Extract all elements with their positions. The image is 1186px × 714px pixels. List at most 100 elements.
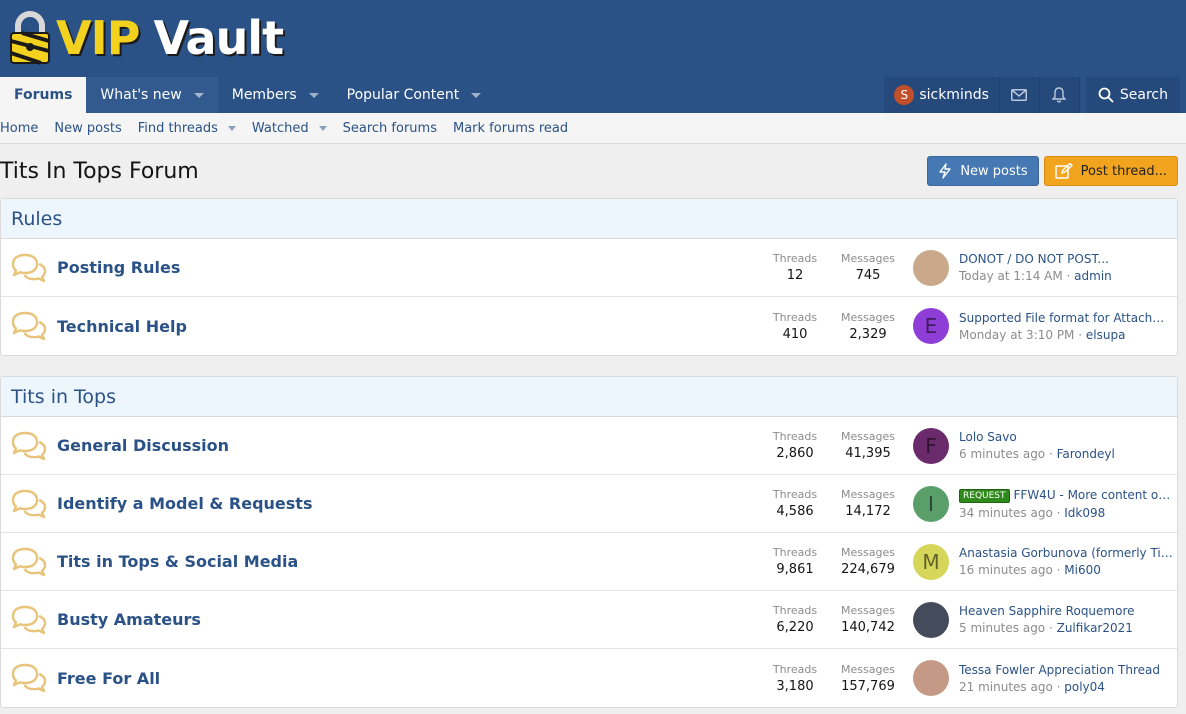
forum-row: Tits in Tops & Social Media Threads 9,861 M… (1, 533, 1177, 591)
last-post: E Supported File format for Attachme... Mo… (905, 308, 1177, 344)
poster-avatar[interactable]: I (913, 485, 949, 522)
last-post-time[interactable]: Today at 1:14 AM (959, 269, 1063, 283)
last-poster-link[interactable]: poly04 (1064, 680, 1105, 694)
last-poster-link[interactable]: admin (1074, 269, 1112, 283)
last-thread-title: Tessa Fowler Appreciation Thread (959, 662, 1160, 677)
last-post: F Lolo Savo 6 minutes ago · Farondeyl (905, 427, 1177, 464)
sub-nav: Home New posts Find threads Watched Sear… (0, 113, 1186, 144)
last-post-meta: 16 minutes ago · Mi600 (959, 563, 1101, 577)
last-poster-link[interactable]: Idk098 (1064, 506, 1105, 520)
threads-stat: Threads 12 (759, 252, 831, 283)
account-menu[interactable]: S sickminds (884, 77, 1000, 113)
last-thread-link[interactable]: Anastasia Gorbunova (formerly Tits ... (959, 546, 1173, 560)
last-poster-link[interactable]: Mi600 (1064, 563, 1101, 577)
stat-label: Threads (772, 546, 818, 559)
avatar-initial: E (924, 314, 938, 338)
user-avatar: S (894, 85, 915, 105)
forum-row: General Discussion Threads 2,860 Messages 41… (1, 417, 1177, 475)
stat-value: 14,172 (845, 504, 891, 519)
poster-avatar[interactable] (913, 601, 949, 638)
subnav-label: Watched (251, 120, 309, 136)
search-button[interactable]: Search (1085, 77, 1180, 113)
poster-avatar[interactable]: E (913, 308, 949, 344)
tab-label: Popular Content (346, 87, 460, 103)
last-post-time[interactable]: 16 minutes ago (959, 563, 1053, 577)
tab-label: What's new (100, 87, 182, 103)
poster-avatar[interactable]: M (913, 543, 949, 580)
stat-label: Threads (772, 488, 818, 501)
last-post-info: Lolo Savo 6 minutes ago · Farondeyl (959, 430, 1173, 461)
subnav-find-threads[interactable]: Find threads (138, 121, 236, 136)
messages-stat: Messages 140,742 (831, 604, 905, 635)
chevron-down-icon[interactable] (308, 92, 319, 98)
last-post-time[interactable]: 5 minutes ago (959, 621, 1045, 635)
chevron-down-icon[interactable] (471, 92, 482, 98)
tab-forums[interactable]: Forums (0, 77, 87, 113)
site-logo[interactable]: VIP Vault (8, 8, 284, 68)
last-thread-link[interactable]: Heaven Sapphire Roquemore (959, 604, 1173, 618)
tab-members[interactable]: Members (218, 77, 333, 113)
last-post-meta: Monday at 3:10 PM · elsupa (959, 327, 1126, 342)
post-thread-button[interactable]: Post thread... (1043, 156, 1178, 186)
stat-value: 2,860 (776, 446, 814, 461)
subnav-search-forums[interactable]: Search forums (343, 121, 437, 136)
last-post: DONOT / DO NOT POST... Today at 1:14 AM ·… (905, 249, 1177, 286)
forum-title-link[interactable]: Busty Amateurs (57, 610, 759, 629)
poster-avatar[interactable]: F (913, 427, 949, 464)
forum-title-link[interactable]: Free For All (57, 669, 759, 688)
site-header: VIP Vault (0, 0, 1186, 77)
poster-avatar[interactable] (913, 660, 949, 696)
last-thread-link[interactable]: Supported File format for Attachme... (959, 311, 1173, 325)
last-post-meta: 6 minutes ago · Farondeyl (959, 447, 1115, 461)
stat-value: 12 (786, 268, 804, 283)
last-post-time[interactable]: 34 minutes ago (959, 506, 1053, 520)
last-post-info: Tessa Fowler Appreciation Thread 21 minut… (959, 663, 1173, 694)
last-poster-link[interactable]: Zulfikar2021 (1057, 621, 1133, 635)
new-posts-label: New posts (960, 163, 1028, 179)
forum-title-link[interactable]: Posting Rules (57, 258, 759, 277)
subnav-home[interactable]: Home (0, 121, 38, 136)
last-post: Tessa Fowler Appreciation Thread 21 minut… (905, 660, 1177, 696)
subnav-watched[interactable]: Watched (252, 121, 327, 136)
tab-label: Forums (14, 87, 73, 103)
forum-title-link[interactable]: Identify a Model & Requests (57, 494, 759, 513)
tab-popular-content[interactable]: Popular Content (333, 77, 496, 113)
last-thread-link[interactable]: REQUEST FFW4U - More content of... (959, 488, 1173, 503)
last-post-meta: 34 minutes ago · Idk098 (959, 505, 1106, 520)
messages-stat: Messages 41,395 (831, 430, 905, 461)
prefix-badge[interactable]: REQUEST (959, 488, 1010, 503)
category-title[interactable]: Tits in Tops (1, 377, 1177, 417)
tab-whats-new[interactable]: What's new (86, 77, 218, 113)
alerts-button[interactable] (1039, 77, 1080, 113)
poster-avatar[interactable] (913, 249, 949, 286)
messages-stat: Messages 157,769 (831, 663, 905, 694)
category-title[interactable]: Rules (1, 199, 1177, 239)
stat-value: 41,395 (845, 446, 891, 461)
last-thread-title: Anastasia Gorbunova (formerly Tits ... (959, 546, 1173, 560)
forum-title-link[interactable]: General Discussion (57, 436, 759, 455)
post-thread-label: Post thread... (1080, 163, 1167, 179)
forum-list: Rules Posting Rules Threads 12 Messages 745 D… (0, 198, 1186, 708)
last-post-time[interactable]: 21 minutes ago (959, 680, 1053, 694)
forum-title-link[interactable]: Technical Help (57, 317, 759, 336)
inbox-button[interactable] (999, 77, 1040, 113)
forum-row: Free For All Threads 3,180 Messages 157,769 T… (1, 649, 1177, 707)
stat-value: 745 (855, 268, 881, 283)
last-poster-link[interactable]: Farondeyl (1057, 447, 1115, 461)
subnav-new-posts[interactable]: New posts (54, 121, 121, 136)
last-post-time[interactable]: 6 minutes ago (959, 447, 1045, 461)
subnav-mark-read[interactable]: Mark forums read (453, 121, 568, 136)
last-thread-link[interactable]: Tessa Fowler Appreciation Thread (959, 663, 1173, 677)
last-thread-link[interactable]: Lolo Savo (959, 430, 1173, 444)
page-actions: New posts Post thread... (927, 156, 1178, 186)
last-poster-link[interactable]: elsupa (1086, 328, 1126, 342)
stat-value: 224,679 (841, 562, 895, 577)
last-thread-link[interactable]: DONOT / DO NOT POST... (959, 252, 1173, 266)
stat-value: 410 (782, 326, 808, 342)
last-post-time[interactable]: Monday at 3:10 PM (959, 328, 1074, 342)
chevron-down-icon[interactable] (193, 92, 204, 98)
forum-title-link[interactable]: Tits in Tops & Social Media (57, 552, 759, 571)
new-posts-button[interactable]: New posts (927, 156, 1039, 186)
page-title: Tits In Tops Forum (0, 158, 199, 184)
messages-stat: Messages 224,679 (831, 546, 905, 577)
